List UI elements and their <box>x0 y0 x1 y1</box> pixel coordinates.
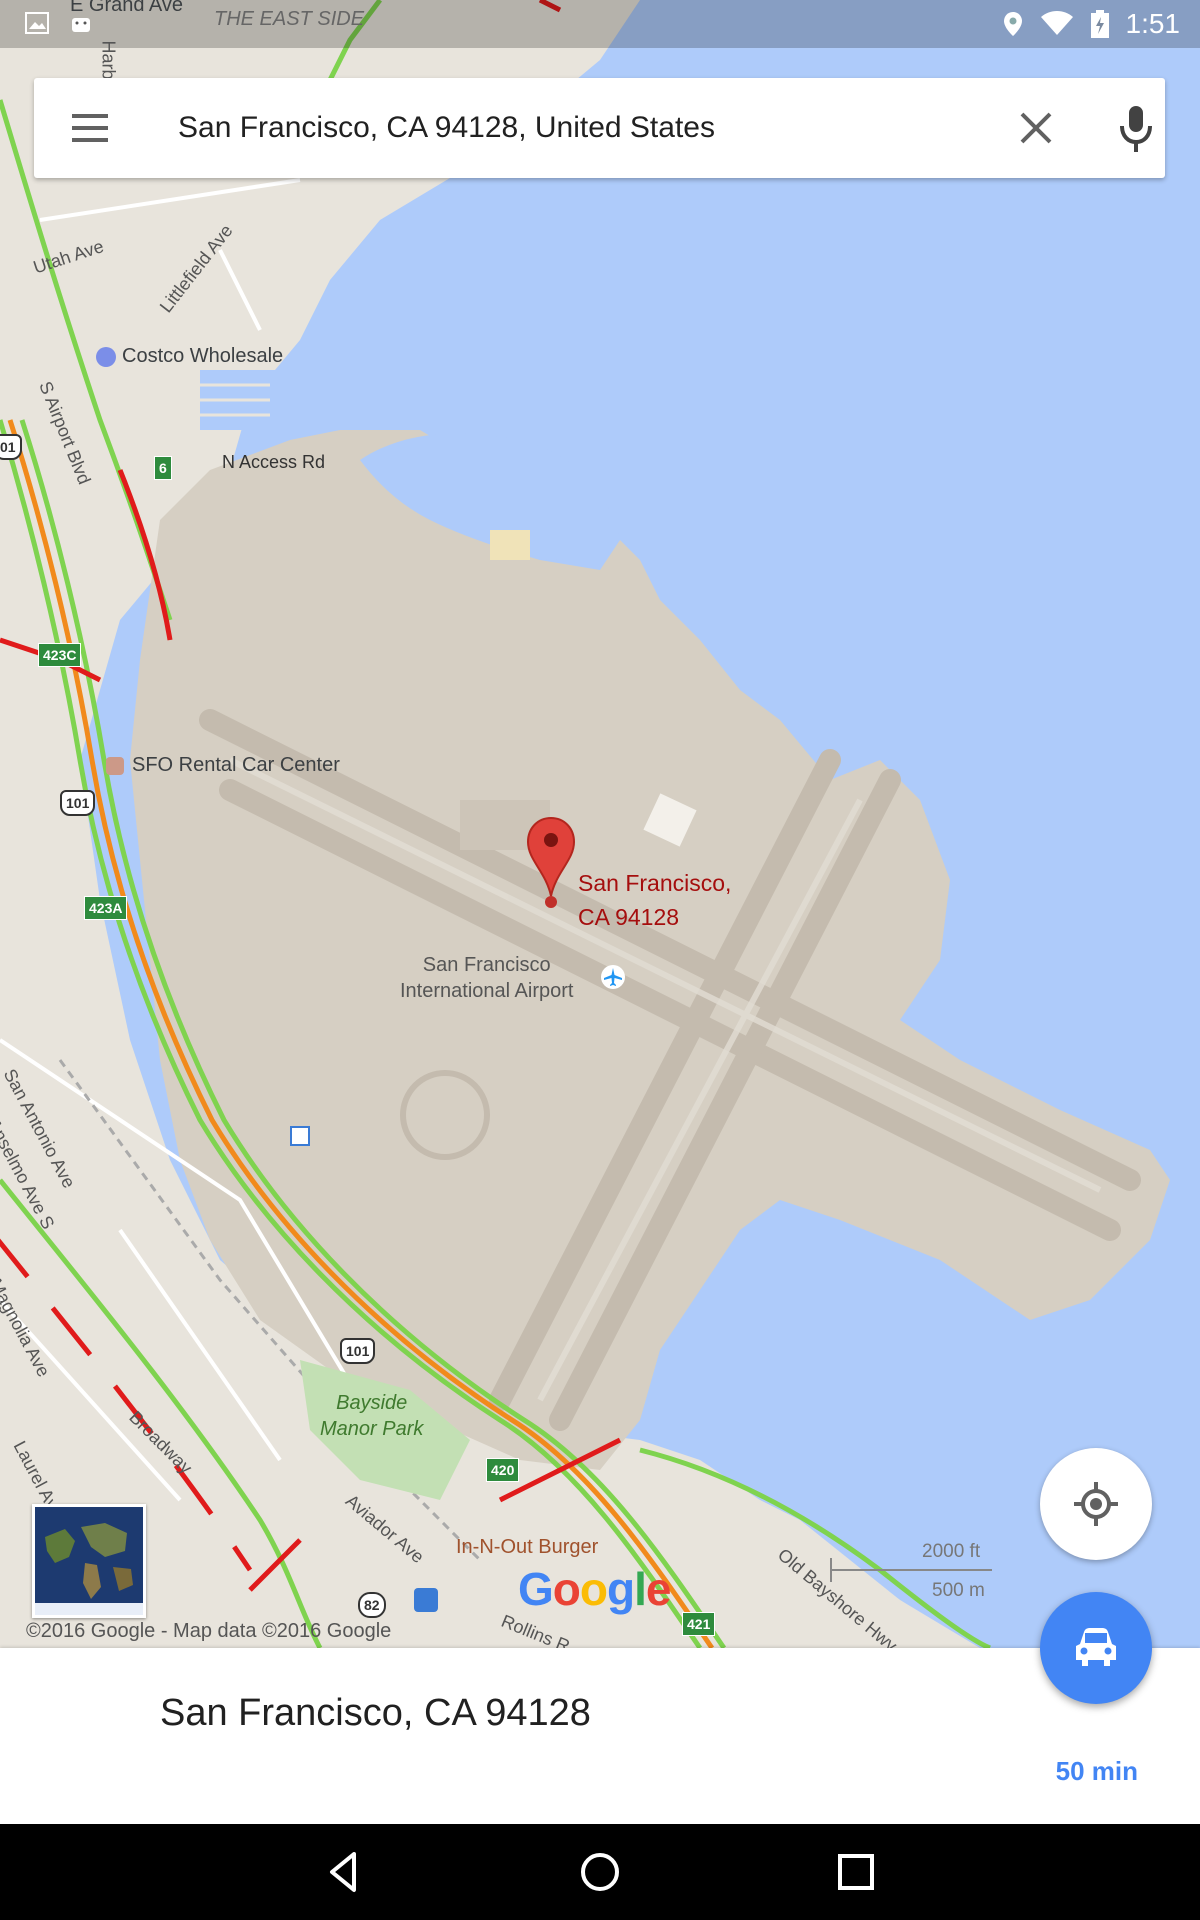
battery-charging-icon <box>1090 10 1109 38</box>
map-label-bayside-park: Bayside Manor Park <box>320 1392 424 1440</box>
scale-label-m: 500 m <box>932 1580 985 1601</box>
map-label-east-side: THE EAST SIDE <box>214 8 365 30</box>
airport-label[interactable]: San Francisco International Airport <box>400 952 573 1004</box>
location-icon <box>1003 12 1022 36</box>
exit-shield-423c: 423C <box>38 643 82 667</box>
status-time: 1:51 <box>1125 8 1181 39</box>
street-label-n-access-rd: N Access Rd <box>222 452 326 472</box>
car-icon <box>1076 1628 1116 1666</box>
search-bar[interactable]: San Francisco, CA 94128, United States <box>34 78 1165 178</box>
bus-stop-icon[interactable] <box>414 1588 438 1612</box>
map-label-sfo-rental: SFO Rental Car Center <box>106 754 340 777</box>
exit-shield-421: 421 <box>682 1612 716 1636</box>
map-label-costco: Costco Wholesale <box>96 345 283 368</box>
scale-label-ft: 2000 ft <box>922 1541 981 1562</box>
navigation-bar <box>0 1824 1200 1920</box>
close-icon[interactable] <box>1014 106 1058 150</box>
location-pin-icon[interactable] <box>526 816 576 908</box>
place-sheet[interactable]: San Francisco, CA 94128 50 min <box>0 1648 1200 1824</box>
satellite-layer-button[interactable] <box>32 1504 146 1618</box>
transit-icon[interactable] <box>290 1126 310 1146</box>
home-icon[interactable] <box>576 1848 624 1896</box>
us-101-shield: 101 <box>60 790 96 816</box>
map-label-in-n-out: In-N-Out Burger <box>456 1536 599 1558</box>
recents-icon[interactable] <box>832 1848 880 1896</box>
route-82-shield: 82 <box>358 1592 386 1618</box>
us-101-shield: 01 <box>0 434 22 460</box>
eta-label: 50 min <box>1055 1756 1138 1786</box>
map-label-grand-ave: E Grand Ave <box>70 0 184 16</box>
us-101-shield: 101 <box>340 1338 376 1364</box>
search-input[interactable]: San Francisco, CA 94128, United States <box>178 78 715 178</box>
shopping-bag-icon <box>96 346 116 367</box>
directions-button[interactable] <box>1040 1592 1152 1704</box>
my-location-button[interactable] <box>1040 1448 1152 1560</box>
my-location-icon <box>1074 1482 1118 1526</box>
wifi-icon <box>1040 11 1073 35</box>
pin-label: San Francisco, CA 94128 <box>578 870 732 930</box>
map-canvas[interactable] <box>0 0 1200 1648</box>
airport-icon <box>601 965 625 989</box>
map-copyright[interactable]: ©2016 Google - Map data ©2016 Google <box>26 1620 391 1643</box>
back-icon[interactable] <box>320 1848 368 1896</box>
mic-icon[interactable] <box>1114 102 1158 154</box>
car-rental-icon <box>106 756 124 775</box>
exit-shield-423a: 423A <box>84 896 128 920</box>
place-title: San Francisco, CA 94128 <box>160 1692 591 1734</box>
exit-shield-420: 420 <box>486 1458 520 1482</box>
menu-icon[interactable] <box>70 108 114 148</box>
exit-shield-6: 6 <box>154 456 172 480</box>
image-notification-icon <box>25 12 49 34</box>
google-logo: Google <box>518 1563 671 1615</box>
earth-icon <box>35 1507 143 1615</box>
